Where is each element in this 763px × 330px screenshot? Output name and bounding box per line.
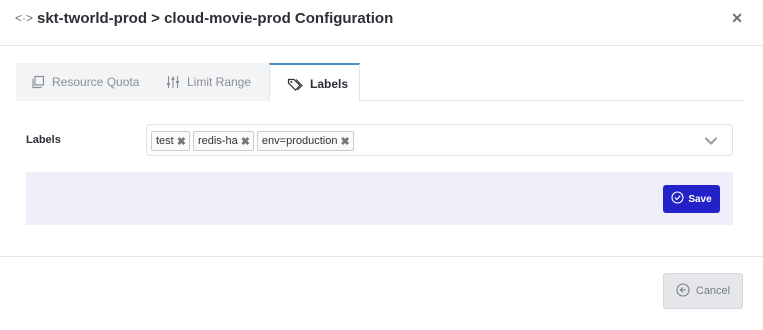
labels-multiselect[interactable]: test ✖ redis-ha ✖ env=production ✖ (146, 124, 733, 156)
label-tag: test ✖ (151, 131, 190, 151)
tab-resource-quota[interactable]: Resource Quota (16, 63, 151, 101)
code-arrows-icon: <·> (15, 11, 34, 25)
tag-text: redis-ha (197, 135, 238, 147)
copy-icon (31, 75, 45, 89)
check-circle-icon (671, 191, 684, 207)
label-tag: env=production ✖ (256, 131, 354, 151)
sliders-icon (166, 75, 180, 89)
action-bar: Save (26, 172, 733, 225)
tab-label: Limit Range (187, 75, 252, 89)
remove-tag-icon[interactable]: ✖ (177, 135, 186, 148)
modal-header: <·> skt-tworld-prod > cloud-movie-prod C… (0, 0, 763, 46)
save-button[interactable]: Save (663, 185, 720, 213)
save-label: Save (688, 193, 712, 205)
tab-label: Resource Quota (52, 75, 140, 89)
remove-tag-icon[interactable]: ✖ (340, 135, 349, 148)
tab-limit-range[interactable]: Limit Range (151, 63, 269, 101)
tag-icon (287, 77, 303, 91)
remove-tag-icon[interactable]: ✖ (241, 135, 250, 148)
cancel-button[interactable]: Cancel (663, 273, 743, 309)
tag-text: test (156, 135, 174, 147)
close-icon[interactable]: ✕ (731, 10, 743, 27)
labels-field-label: Labels (26, 134, 61, 146)
arrow-left-circle-icon (676, 282, 690, 300)
modal-title: skt-tworld-prod > cloud-movie-prod Confi… (37, 10, 394, 27)
cancel-label: Cancel (695, 285, 731, 297)
tag-list: test ✖ redis-ha ✖ env=production ✖ (151, 131, 354, 151)
tab-labels[interactable]: Labels (269, 63, 360, 102)
tab-bar: Resource Quota Limit Range Labels (16, 63, 744, 102)
label-tag: redis-ha ✖ (192, 131, 254, 151)
chevron-down-icon[interactable] (704, 133, 718, 151)
footer-divider (0, 256, 763, 257)
tab-label: Labels (310, 76, 349, 91)
tag-text: env=production (261, 135, 338, 147)
